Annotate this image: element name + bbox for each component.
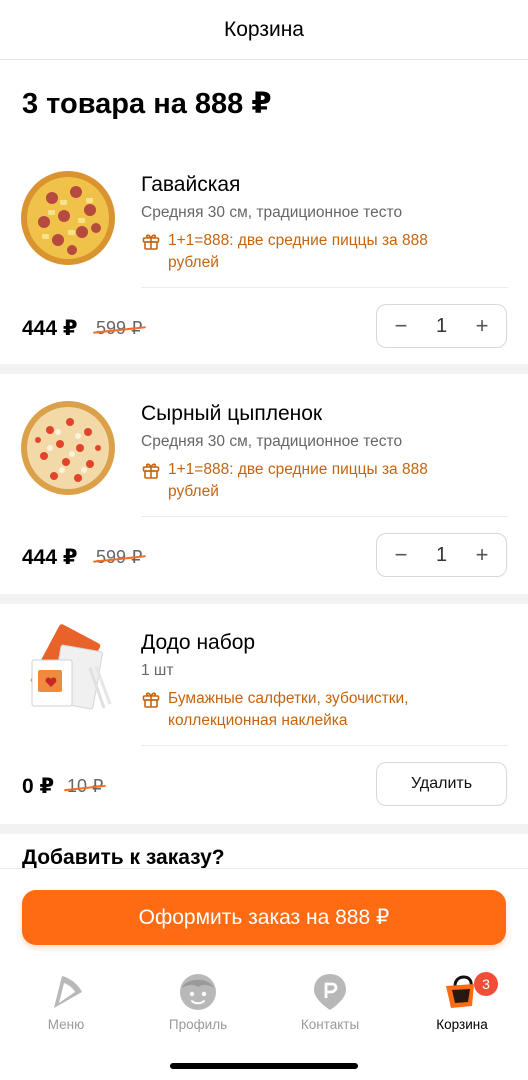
tab-contacts[interactable]: Контакты <box>264 972 396 1036</box>
tab-label: Корзина <box>436 1017 488 1032</box>
tab-label: Меню <box>47 1017 85 1032</box>
decrease-button[interactable]: − <box>391 315 411 337</box>
item-price: 444 ₽ <box>22 317 78 340</box>
item-old-price: 599 ₽ <box>93 547 146 568</box>
item-name: Додо набор <box>141 631 256 654</box>
navigation-header: Корзина <box>0 0 528 60</box>
quantity-stepper: − 1 + <box>376 304 507 348</box>
item-description: Средняя 30 см, традиционное тесто <box>141 433 403 450</box>
item-price: 444 ₽ <box>22 546 78 569</box>
location-pin-icon <box>314 974 346 1010</box>
divider <box>141 516 508 517</box>
tab-profile[interactable]: Профиль <box>132 972 264 1036</box>
cart-summary-title: 3 товара на 888 ₽ <box>22 88 272 120</box>
promo-text: 1+1=888: две средние пиццы за 888 рублей <box>168 232 428 271</box>
pizza-slice-icon <box>54 976 82 1008</box>
cart-count-badge: 3 <box>474 972 498 996</box>
checkout-button[interactable]: Оформить заказ на 888 ₽ <box>22 890 506 945</box>
divider <box>141 287 508 288</box>
section-separator <box>0 824 528 834</box>
tab-label: Профиль <box>168 1017 228 1032</box>
promo-text: 1+1=888: две средние пиццы за 888 рублей <box>168 461 428 500</box>
dodo-set-image <box>30 624 112 710</box>
gift-icon <box>142 463 160 479</box>
increase-button[interactable]: + <box>472 544 492 566</box>
section-separator <box>0 594 528 604</box>
gift-icon <box>142 692 160 708</box>
divider <box>141 745 508 746</box>
remove-button[interactable]: Удалить <box>376 762 507 806</box>
promo-note: 1+1=888: две средние пиццы за 888 рублей <box>141 459 468 503</box>
pizza-hawaiian-image <box>21 171 115 265</box>
promo-note: Бумажные салфетки, зубочистки, коллекцио… <box>141 688 468 732</box>
quantity-value: 1 <box>435 314 448 337</box>
add-to-order-title: Добавить к заказу? <box>22 846 225 869</box>
promo-note: 1+1=888: две средние пиццы за 888 рублей <box>141 230 468 274</box>
decrease-button[interactable]: − <box>391 544 411 566</box>
item-quantity-label: 1 шт <box>141 662 174 679</box>
gift-icon <box>142 234 160 250</box>
tab-menu[interactable]: Меню <box>0 972 132 1036</box>
tab-label: Контакты <box>300 1017 360 1032</box>
home-indicator <box>170 1063 358 1069</box>
quantity-value: 1 <box>435 543 448 566</box>
item-name: Сырный цыпленок <box>141 402 323 425</box>
item-description: Средняя 30 см, традиционное тесто <box>141 204 403 221</box>
quantity-stepper: − 1 + <box>376 533 507 577</box>
item-old-price: 599 ₽ <box>93 318 146 339</box>
page-title: Корзина <box>224 17 304 41</box>
section-separator <box>0 364 528 374</box>
tab-cart[interactable]: 3 Корзина <box>396 972 528 1036</box>
promo-text: Бумажные салфетки, зубочистки, коллекцио… <box>168 690 409 729</box>
pizza-cheese-chicken-image <box>21 401 115 495</box>
item-name: Гавайская <box>141 173 241 196</box>
profile-face-icon <box>180 974 216 1010</box>
increase-button[interactable]: + <box>472 315 492 337</box>
item-old-price: 10 ₽ <box>64 776 107 797</box>
item-price: 0 ₽ <box>22 775 55 798</box>
